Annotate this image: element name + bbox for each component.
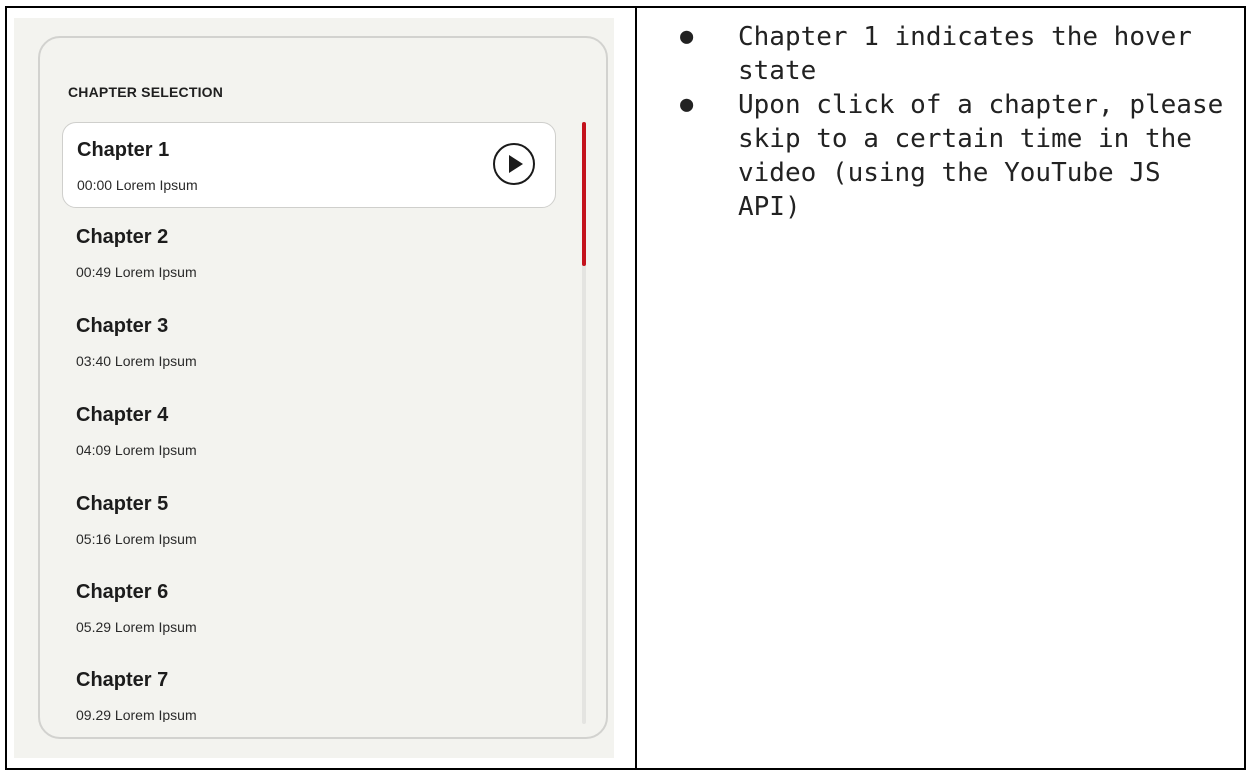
scrollbar-track[interactable] — [582, 122, 586, 724]
notes-list: ● Chapter 1 indicates the hover state ● … — [664, 20, 1234, 224]
chapter-item-6[interactable]: Chapter 6 05.29 Lorem Ipsum — [62, 565, 556, 651]
chapter-timestamp: 00:00 Lorem Ipsum — [77, 177, 198, 193]
note-text: Upon click of a chapter, please skip to … — [738, 90, 1224, 222]
chapter-item-5[interactable]: Chapter 5 05:16 Lorem Ipsum — [62, 477, 556, 563]
chapter-item-2[interactable]: Chapter 2 00:49 Lorem Ipsum — [62, 210, 556, 296]
bullet-marker: ● — [680, 24, 694, 49]
chapter-name: Chapter 7 — [76, 669, 169, 691]
play-icon — [509, 155, 523, 173]
note-item: ● Chapter 1 indicates the hover state — [664, 20, 1234, 88]
chapter-item-7[interactable]: Chapter 7 09.29 Lorem Ipsum — [62, 653, 556, 722]
table-divider — [635, 8, 637, 768]
chapter-timestamp: 05:16 Lorem Ipsum — [76, 531, 197, 547]
chapter-name: Chapter 1 — [77, 139, 170, 161]
play-button[interactable] — [493, 143, 535, 185]
chapter-name: Chapter 6 — [76, 581, 169, 603]
chapter-item-1[interactable]: Chapter 1 00:00 Lorem Ipsum — [62, 122, 556, 208]
chapter-selection-panel: CHAPTER SELECTION Chapter 1 00:00 Lorem … — [38, 36, 608, 739]
bullet-marker: ● — [680, 92, 694, 117]
chapter-timestamp: 00:49 Lorem Ipsum — [76, 264, 197, 280]
chapter-name: Chapter 5 — [76, 493, 169, 515]
chapter-name: Chapter 3 — [76, 315, 169, 337]
chapter-timestamp: 04:09 Lorem Ipsum — [76, 442, 197, 458]
chapter-timestamp: 09.29 Lorem Ipsum — [76, 707, 197, 722]
chapter-list: Chapter 1 00:00 Lorem Ipsum Chapter 2 00… — [62, 122, 558, 722]
chapter-name: Chapter 4 — [76, 404, 169, 426]
chapter-item-4[interactable]: Chapter 4 04:09 Lorem Ipsum — [62, 388, 556, 474]
note-text: Chapter 1 indicates the hover state — [738, 22, 1192, 86]
note-item: ● Upon click of a chapter, please skip t… — [664, 88, 1234, 224]
chapter-name: Chapter 2 — [76, 226, 169, 248]
chapter-item-3[interactable]: Chapter 3 03:40 Lorem Ipsum — [62, 299, 556, 385]
scrollbar-thumb[interactable] — [582, 122, 586, 266]
panel-title: CHAPTER SELECTION — [68, 84, 224, 100]
chapter-timestamp: 05.29 Lorem Ipsum — [76, 619, 197, 635]
chapter-timestamp: 03:40 Lorem Ipsum — [76, 353, 197, 369]
